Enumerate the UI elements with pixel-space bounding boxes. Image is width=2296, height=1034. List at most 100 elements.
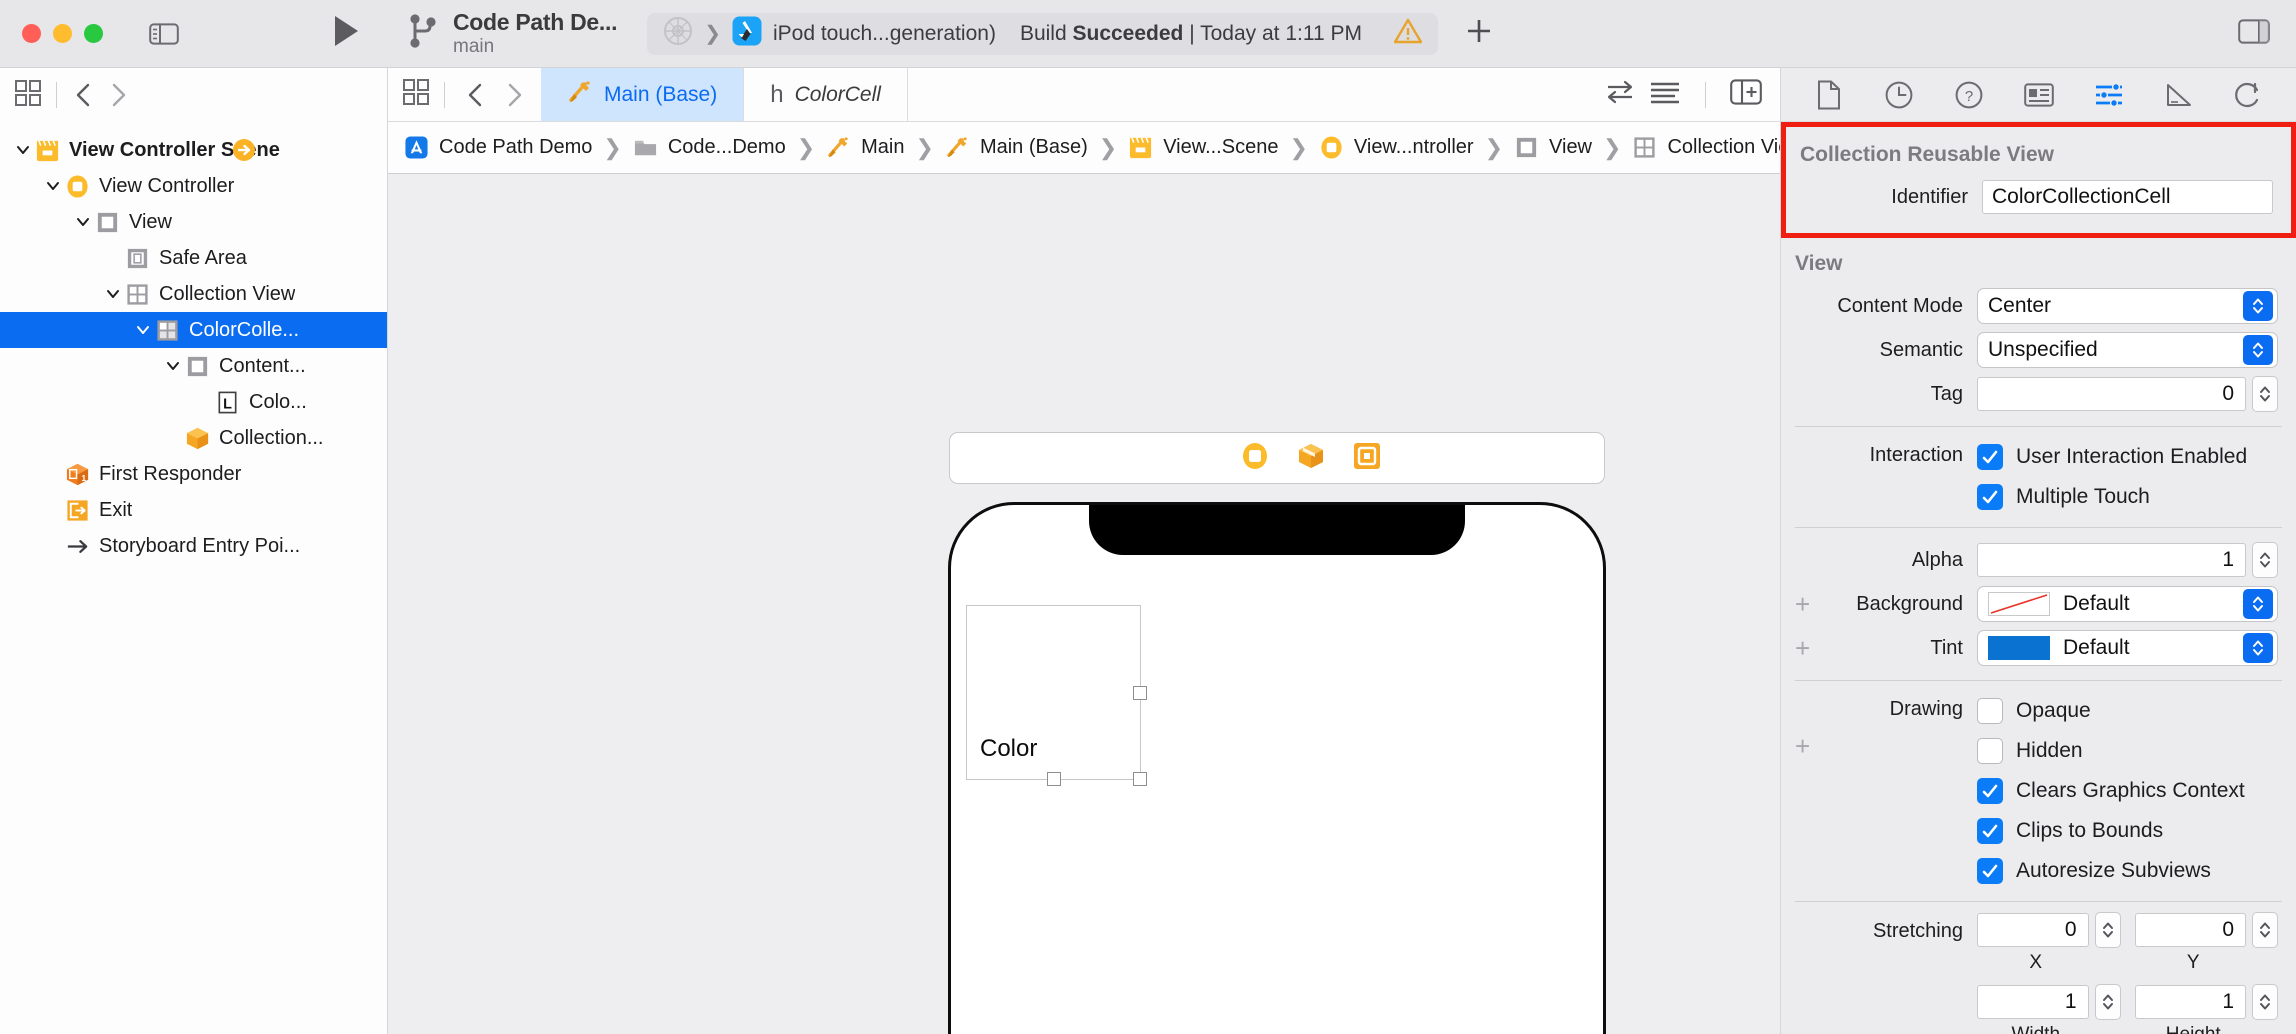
activity-status-pill[interactable]: ❯ iPod touch...generation) Build Succeed… [647, 12, 1438, 55]
plus-icon[interactable] [1464, 16, 1494, 51]
tab-colorcell[interactable]: h ColorCell [744, 68, 908, 121]
history-inspector-icon[interactable] [1882, 79, 1916, 111]
orange-cube-icon[interactable] [1296, 441, 1326, 476]
close-button[interactable] [22, 24, 41, 43]
tint-color-popup[interactable]: Default [1977, 630, 2278, 666]
right-sidebar-toggle-icon[interactable] [2238, 18, 2270, 49]
selection-handle-bottom[interactable] [1046, 772, 1061, 786]
view-controller-circle-icon[interactable] [1240, 441, 1270, 476]
breadcrumb-item[interactable]: Main (Base) [945, 135, 1088, 160]
breadcrumb-item[interactable]: Collection View [1632, 135, 1780, 160]
device-preview[interactable]: Color [948, 502, 1606, 1034]
stretching-x-stepper[interactable] [2094, 912, 2121, 948]
alpha-input[interactable]: 1 [1977, 543, 2246, 577]
add-background-variation-icon[interactable]: + [1795, 591, 1810, 617]
tree-row[interactable]: Collection View [0, 276, 387, 312]
minimize-button[interactable] [53, 24, 72, 43]
tree-row[interactable]: View Controller [0, 168, 387, 204]
checkbox[interactable] [1977, 738, 2003, 764]
tree-row[interactable]: View [0, 204, 387, 240]
editor-forward-icon[interactable] [497, 78, 531, 112]
disclosure-open-icon[interactable] [162, 357, 184, 375]
left-sidebar-toggle-icon[interactable] [147, 20, 181, 48]
quick-help-inspector-icon[interactable]: ? [1952, 79, 1986, 111]
disclosure-open-icon[interactable] [42, 177, 64, 195]
checkbox[interactable] [1977, 444, 2003, 470]
file-inspector-icon[interactable] [1812, 79, 1846, 111]
tag-input[interactable]: 0 [1977, 377, 2246, 411]
stretching-y-input[interactable]: 0 [2134, 913, 2246, 947]
stretching-y-stepper[interactable] [2252, 912, 2278, 948]
checkbox[interactable] [1977, 858, 2003, 884]
add-drawing-variation-icon[interactable]: + [1795, 733, 1810, 759]
selection-handle-right[interactable] [1133, 685, 1147, 700]
disclosure-open-icon[interactable] [132, 321, 154, 339]
stretching-height-input[interactable]: 1 [2134, 985, 2246, 1019]
first-responder-orange-icon[interactable] [1352, 441, 1382, 476]
mini-grid-icon[interactable] [402, 78, 430, 111]
scene-arrow-icon[interactable] [231, 137, 257, 163]
swap-editors-icon[interactable] [1605, 79, 1635, 110]
alpha-stepper[interactable] [2252, 542, 2278, 578]
identifier-input[interactable]: ColorCollectionCell [1982, 180, 2273, 214]
checkbox[interactable] [1977, 484, 2003, 510]
add-editor-icon[interactable] [1730, 79, 1762, 110]
breadcrumb-item[interactable]: Main [826, 135, 905, 160]
stretching-x-input[interactable]: 0 [1977, 913, 2089, 947]
tree-row[interactable]: L Colo... [0, 384, 387, 420]
breadcrumb-item[interactable]: View [1514, 135, 1592, 160]
scheme-selector[interactable]: Code Path De... main [407, 9, 618, 57]
add-tint-variation-icon[interactable]: + [1795, 635, 1810, 661]
breadcrumb[interactable]: Code Path Demo ❯ Code...Demo ❯ Main ❯ Main (Ba… [388, 122, 1780, 174]
scene-outline-tree[interactable]: View Controller Scene View Controller View… [0, 122, 387, 1034]
interface-builder-canvas[interactable]: Color [388, 174, 1780, 1034]
editor-back-icon[interactable] [459, 78, 493, 112]
scene-object-bar[interactable] [949, 432, 1605, 484]
checkbox-row[interactable]: Clips to Bounds [1977, 811, 2163, 851]
tree-row[interactable]: 1 First Responder [0, 456, 387, 492]
collection-view-cell-preview[interactable]: Color [966, 605, 1147, 786]
adjust-editor-options-icon[interactable] [1649, 79, 1681, 110]
stretching-height-stepper[interactable] [2252, 984, 2278, 1020]
disclosure-open-icon[interactable] [102, 285, 124, 303]
chevron-right-icon[interactable] [101, 78, 135, 112]
breadcrumb-item[interactable]: View...ntroller [1319, 135, 1474, 160]
chevron-left-icon[interactable] [67, 78, 101, 112]
checkbox[interactable] [1977, 778, 2003, 804]
tree-row[interactable]: Exit [0, 492, 387, 528]
checkbox-row[interactable]: Hidden [1977, 731, 2083, 771]
checkbox[interactable] [1977, 818, 2003, 844]
checkbox-row[interactable]: Clears Graphics Context [1977, 771, 2245, 811]
tree-row[interactable]: Safe Area [0, 240, 387, 276]
background-color-popup[interactable]: Default [1977, 586, 2278, 622]
destination-chooser[interactable]: ❯ iPod touch...generation) [663, 16, 996, 51]
warning-triangle-icon[interactable] [1393, 18, 1423, 49]
checkbox-row[interactable]: User Interaction Enabled [1977, 437, 2247, 477]
checkbox[interactable] [1977, 698, 2003, 724]
checkbox-row[interactable]: Opaque [1977, 691, 2091, 731]
attributes-inspector-icon[interactable] [2092, 79, 2126, 111]
maximize-button[interactable] [84, 24, 103, 43]
connections-inspector-icon[interactable] [2232, 79, 2266, 111]
tag-stepper[interactable] [2252, 376, 2278, 412]
stretching-width-input[interactable]: 1 [1977, 985, 2089, 1019]
checkbox-row[interactable]: Multiple Touch [1977, 477, 2150, 517]
stretching-width-stepper[interactable] [2094, 984, 2121, 1020]
semantic-popup[interactable]: Unspecified [1977, 332, 2278, 368]
selection-handle-bottom-right[interactable] [1133, 772, 1147, 786]
tree-row[interactable]: Collection... [0, 420, 387, 456]
disclosure-open-icon[interactable] [12, 141, 34, 159]
breadcrumb-item[interactable]: Code...Demo [633, 135, 786, 160]
run-play-icon[interactable] [331, 14, 361, 53]
identity-inspector-icon[interactable] [2022, 79, 2056, 111]
content-mode-popup[interactable]: Center [1977, 288, 2278, 324]
breadcrumb-item[interactable]: View...Scene [1128, 135, 1278, 160]
tree-row[interactable]: Content... [0, 348, 387, 384]
breadcrumb-item[interactable]: Code Path Demo [404, 135, 592, 160]
mini-grid-icon[interactable] [14, 79, 42, 112]
tree-row[interactable]: ColorColle... [0, 312, 387, 348]
disclosure-open-icon[interactable] [72, 213, 94, 231]
tree-row[interactable]: Storyboard Entry Poi... [0, 528, 387, 564]
tree-row[interactable]: View Controller Scene [0, 132, 387, 168]
checkbox-row[interactable]: Autoresize Subviews [1977, 851, 2211, 891]
